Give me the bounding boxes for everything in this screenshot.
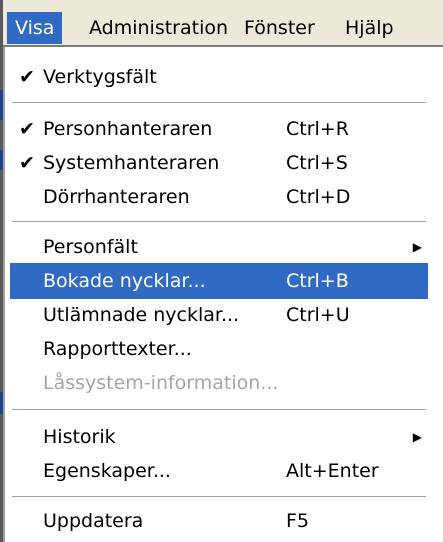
menu-item-dorrhanteraren[interactable]: Dörrhanteraren Ctrl+D [10, 179, 428, 215]
menu-item-label: Dörrhanteraren [43, 186, 190, 208]
checkmark-icon: ✔ [19, 152, 35, 174]
checkmark-icon: ✔ [19, 118, 35, 140]
menu-item-personhanteraren[interactable]: ✔ Personhanteraren Ctrl+R [10, 111, 428, 147]
menu-item-label: Uppdatera [43, 510, 144, 532]
menu-item-systemhanteraren[interactable]: ✔ Systemhanteraren Ctrl+S [10, 145, 428, 181]
menu-item-shortcut: Ctrl+R [286, 118, 349, 140]
menu-item-shortcut: Ctrl+B [286, 270, 349, 292]
menu-item-shortcut: Ctrl+U [286, 304, 350, 326]
menu-item-bokade-nycklar[interactable]: Bokade nycklar... Ctrl+B [10, 263, 428, 299]
menu-item-shortcut: Alt+Enter [286, 460, 379, 482]
menu-item-personfalt[interactable]: Personfält ▶ [10, 229, 428, 265]
menu-separator [12, 221, 426, 223]
submenu-arrow-icon: ▶ [412, 240, 422, 254]
menu-item-label: Egenskaper... [43, 460, 171, 482]
checkmark-icon: ✔ [19, 66, 35, 88]
menu-item-label: Rapporttexter... [43, 338, 192, 360]
menu-item-label: Systemhanteraren [43, 152, 220, 174]
menubar-item-visa[interactable]: Visa [7, 12, 63, 44]
menu-item-shortcut: F5 [286, 510, 310, 532]
menu-item-historik[interactable]: Historik ▶ [10, 419, 428, 455]
menu-item-label: Personhanteraren [43, 118, 213, 140]
menu-item-label: Utlämnade nycklar... [43, 304, 240, 326]
menu-item-label: Låssystem-information... [43, 372, 279, 394]
dropdown-border [3, 47, 5, 542]
menu-bar: Visa Administration Fönster Hjälp [3, 0, 443, 47]
menu-separator [12, 102, 426, 104]
menu-item-rapporttexter[interactable]: Rapporttexter... [10, 331, 428, 367]
menubar-item-hjalp[interactable]: Hjälp [337, 12, 402, 44]
application-window: Visa Administration Fönster Hjälp ✔ Verk… [0, 0, 443, 542]
menu-item-uppdatera[interactable]: Uppdatera F5 [10, 503, 428, 539]
menu-item-label: Bokade nycklar... [43, 270, 206, 292]
menu-item-egenskaper[interactable]: Egenskaper... Alt+Enter [10, 453, 428, 489]
menu-item-label: Historik [43, 426, 116, 448]
menu-item-shortcut: Ctrl+S [286, 152, 348, 174]
menu-item-label: Personfält [43, 236, 138, 258]
menu-item-verktygsfalt[interactable]: ✔ Verktygsfält [10, 59, 428, 95]
menubar-item-administration[interactable]: Administration [81, 12, 236, 44]
menu-item-utlamnade-nycklar[interactable]: Utlämnade nycklar... Ctrl+U [10, 297, 428, 333]
menu-item-label: Verktygsfält [43, 66, 157, 88]
menu-separator [12, 496, 426, 498]
menu-item-lassystem-information: Låssystem-information... [10, 365, 428, 401]
menubar-item-fonster[interactable]: Fönster [236, 12, 323, 44]
submenu-arrow-icon: ▶ [412, 430, 422, 444]
menu-separator [12, 409, 426, 411]
menu-item-shortcut: Ctrl+D [286, 186, 351, 208]
